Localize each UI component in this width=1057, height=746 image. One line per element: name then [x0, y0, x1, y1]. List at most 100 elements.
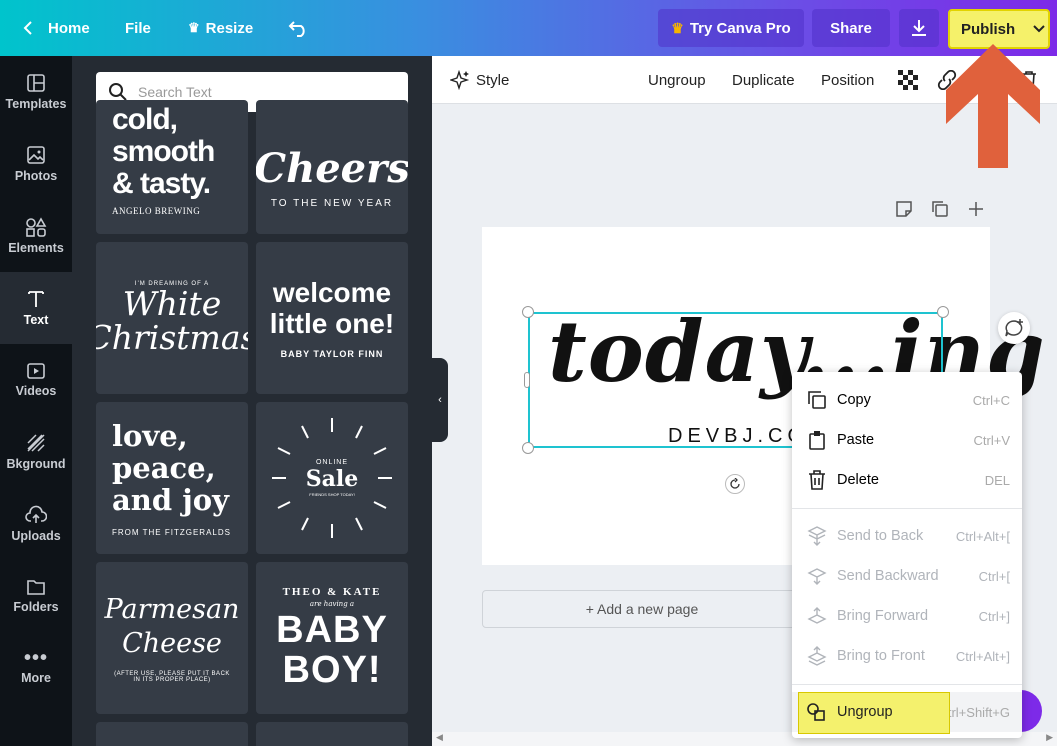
resize-handle[interactable]	[522, 306, 534, 318]
copy-icon	[808, 391, 826, 409]
crown-icon: ♛	[671, 19, 684, 36]
rail-item-background[interactable]: Bkground	[0, 416, 72, 488]
rail-item-templates[interactable]: Templates	[0, 56, 72, 128]
text-template-card[interactable]: Parmesan Cheese (AFTER USE, PLEASE PUT I…	[96, 562, 248, 714]
text-template-card[interactable]: I'M DREAMING OF A White Christmas	[96, 242, 248, 394]
rail-label: Uploads	[11, 529, 61, 543]
menu-item-label: Delete	[837, 472, 879, 488]
sparkle-icon	[450, 70, 470, 90]
menu-item-ungroup-label-wrap[interactable]: Ungroup	[806, 702, 893, 722]
rotate-icon	[730, 478, 740, 489]
menu-item-send-to-back[interactable]: Send to Back Ctrl+Alt+[	[792, 516, 1022, 556]
text-template-card[interactable]	[256, 722, 408, 746]
style-label: Style	[476, 71, 510, 89]
text-template-card[interactable]	[96, 722, 248, 746]
copy-icon	[932, 201, 948, 217]
style-button[interactable]: Style	[450, 56, 509, 104]
template-top: ONLINE	[315, 459, 349, 466]
try-canva-pro-button[interactable]: ♛ Try Canva Pro	[658, 9, 804, 47]
resize-handle[interactable]	[937, 306, 949, 318]
publish-label: Publish	[961, 20, 1016, 38]
clipboard-icon	[809, 431, 825, 450]
template-heading: love, peace, and joy	[112, 418, 229, 517]
rail-item-videos[interactable]: Videos	[0, 344, 72, 416]
scroll-left-icon: ◀	[436, 732, 443, 742]
menu-item-shortcut: Ctrl+C	[972, 392, 1010, 408]
videos-icon	[27, 363, 45, 379]
download-button[interactable]	[899, 9, 939, 47]
resize-handle[interactable]	[522, 442, 534, 454]
menu-item-bring-forward[interactable]: Bring Forward Ctrl+]	[792, 596, 1022, 636]
template-sub: ANGELO BREWING	[112, 206, 201, 216]
transparency-button[interactable]	[898, 56, 918, 104]
position-button[interactable]: Position	[821, 56, 874, 104]
annotation-arrow-icon	[946, 44, 1040, 168]
menu-item-delete[interactable]: Delete DEL	[792, 460, 1022, 500]
menu-item-bring-to-front[interactable]: Bring to Front Ctrl+Alt+]	[792, 636, 1022, 676]
elements-icon	[26, 217, 47, 237]
comment-add-icon	[1005, 319, 1023, 337]
text-template-card[interactable]: Cheers TO THE NEW YEAR	[256, 100, 408, 234]
resize-button[interactable]: ♛ Resize	[188, 0, 253, 56]
crown-icon: ♛	[188, 20, 200, 35]
rail-label: Videos	[15, 384, 57, 398]
rail-label: More	[21, 671, 51, 685]
text-icon	[28, 291, 44, 307]
collapse-panel-button[interactable]: ‹	[432, 358, 448, 442]
share-button[interactable]: Share	[812, 9, 890, 47]
duplicate-page-button[interactable]	[931, 200, 949, 223]
text-template-card[interactable]: ONLINE Sale FRIENDS SHOP TODAY!	[256, 402, 408, 554]
text-template-card[interactable]: cold, smooth & tasty. ANGELO BREWING	[96, 100, 248, 234]
text-template-card[interactable]: welcome little one! BABY TAYLOR FINN	[256, 242, 408, 394]
rail-label: Elements	[8, 241, 64, 255]
file-menu[interactable]: File	[125, 0, 151, 56]
menu-item-shortcut: DEL	[984, 472, 1010, 488]
template-heading: White Christmas	[96, 284, 248, 357]
chevron-left-icon	[23, 21, 32, 35]
left-rail: Templates Photos Elements Text Videos Bk…	[0, 56, 72, 746]
note-icon	[896, 201, 912, 217]
comment-button[interactable]	[998, 312, 1030, 344]
template-sub: FROM THE FITZGERALDS	[112, 527, 231, 537]
uploads-icon	[25, 505, 47, 523]
menu-item-shortcut: Ctrl+[	[978, 568, 1010, 584]
publish-button[interactable]: Publish	[948, 9, 1050, 49]
template-heading: Cheers	[256, 145, 408, 192]
transparency-icon	[898, 70, 918, 90]
menu-item-send-backward[interactable]: Send Backward Ctrl+[	[792, 556, 1022, 596]
home-button[interactable]: Home	[22, 0, 90, 56]
ungroup-button[interactable]: Ungroup	[648, 56, 706, 104]
undo-button[interactable]	[288, 0, 310, 56]
text-template-card[interactable]: THEO & KATE are having a BABY BOY!	[256, 562, 408, 714]
rotate-handle[interactable]	[725, 474, 745, 494]
menu-item-label: Send to Back	[837, 528, 924, 544]
download-icon	[912, 20, 926, 36]
menu-item-paste[interactable]: Paste Ctrl+V	[792, 420, 1022, 460]
photos-icon	[27, 146, 45, 164]
menu-item-copy[interactable]: Copy Ctrl+C	[792, 380, 1022, 420]
resize-handle[interactable]	[524, 372, 530, 388]
chevron-left-icon: ‹	[438, 394, 442, 406]
rail-item-photos[interactable]: Photos	[0, 128, 72, 200]
chevron-down-icon	[1033, 25, 1045, 33]
add-page-icon-button[interactable]	[967, 200, 985, 223]
rail-label: Text	[23, 313, 49, 327]
rail-item-text[interactable]: Text	[0, 272, 72, 344]
rail-item-folders[interactable]: Folders	[0, 560, 72, 632]
rail-item-elements[interactable]: Elements	[0, 200, 72, 272]
page-notes-button[interactable]	[895, 200, 913, 223]
menu-divider	[792, 508, 1022, 509]
duplicate-button[interactable]: Duplicate	[732, 56, 795, 104]
rail-item-uploads[interactable]: Uploads	[0, 488, 72, 560]
background-icon	[27, 434, 45, 452]
template-top: THEO & KATE	[282, 586, 382, 598]
text-panel: Search Text cold, smooth & tasty. ANGELO…	[72, 56, 432, 746]
add-page-button[interactable]: + Add a new page	[482, 590, 802, 628]
text-template-card[interactable]: love, peace, and joy FROM THE FITZGERALD…	[96, 402, 248, 554]
menu-item-label: Paste	[837, 432, 875, 448]
scroll-right-icon: ▶	[1046, 732, 1053, 742]
rail-item-more[interactable]: ••• More	[0, 632, 72, 704]
menu-item-shortcut: Ctrl+Alt+[	[955, 528, 1010, 544]
rail-label: Folders	[13, 600, 59, 614]
context-menu: Copy Ctrl+C Paste Ctrl+V Delete DEL Send…	[792, 372, 1022, 738]
